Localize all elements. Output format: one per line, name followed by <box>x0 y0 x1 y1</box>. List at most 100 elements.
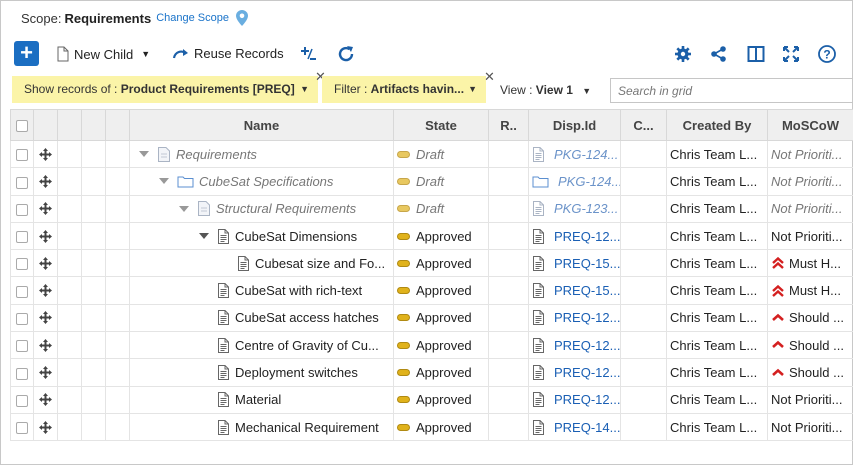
move-handle-icon[interactable] <box>39 229 52 243</box>
row-checkbox[interactable] <box>10 276 34 305</box>
move-handle-icon[interactable] <box>39 256 52 270</box>
plus-minus-icon[interactable] <box>298 44 318 64</box>
expand-toggle-icon[interactable] <box>139 151 149 158</box>
disp-id-cell[interactable]: PREQ-14... <box>528 412 621 442</box>
column-header-name[interactable]: Name <box>129 109 394 141</box>
row-checkbox[interactable] <box>10 221 34 251</box>
row-checkbox[interactable] <box>10 412 34 442</box>
filter-chip[interactable]: Filter : Artifacts havin... ▼ <box>322 76 486 103</box>
view-selector[interactable]: View : View 1 ▼ <box>500 83 591 97</box>
row-drag-handle[interactable] <box>33 385 58 414</box>
add-button[interactable]: + <box>14 41 39 66</box>
row-drag-handle[interactable] <box>33 358 58 387</box>
disp-id-cell[interactable]: PREQ-15... <box>528 249 621 278</box>
expand-icon[interactable] <box>781 44 801 64</box>
move-handle-icon[interactable] <box>39 284 52 298</box>
name-cell[interactable]: Cubesat size and Fo... <box>129 249 394 278</box>
moscow-cell[interactable]: Must H... <box>767 249 853 278</box>
disp-id-cell[interactable]: PKG-123... <box>528 194 621 223</box>
move-handle-icon[interactable] <box>39 311 52 325</box>
row-disp-id-link[interactable]: PKG-124... <box>554 147 618 162</box>
moscow-cell[interactable]: Should ... <box>767 303 853 333</box>
moscow-cell[interactable]: Must H... <box>767 276 853 305</box>
table-row[interactable]: Cubesat size and Fo... Approved PREQ-15...… <box>10 249 853 278</box>
state-cell[interactable]: Approved <box>393 303 489 333</box>
row-drag-handle[interactable] <box>33 276 58 305</box>
row-checkbox[interactable] <box>10 249 34 278</box>
help-icon[interactable]: ? <box>817 44 837 64</box>
table-row[interactable]: Material Approved PREQ-12... Chris Team L..… <box>10 385 853 414</box>
state-cell[interactable]: Approved <box>393 221 489 251</box>
name-cell[interactable]: Structural Requirements <box>129 194 394 223</box>
row-disp-id-link[interactable]: PKG-123... <box>554 201 618 216</box>
name-cell[interactable]: Centre of Gravity of Cu... <box>129 331 394 360</box>
column-header-disp-id[interactable]: Disp.Id <box>528 109 621 141</box>
table-row[interactable]: CubeSat Dimensions Approved PREQ-12... Chri… <box>10 221 853 251</box>
row-checkbox[interactable] <box>10 358 34 387</box>
row-disp-id-link[interactable]: PREQ-12... <box>554 229 620 244</box>
expand-toggle-icon[interactable] <box>199 233 209 240</box>
search-input[interactable]: Search in grid <box>610 78 853 103</box>
row-checkbox[interactable] <box>10 194 34 223</box>
row-checkbox[interactable] <box>10 167 34 196</box>
expand-toggle-icon[interactable] <box>159 178 169 185</box>
state-cell[interactable]: Draft <box>393 167 489 196</box>
row-disp-id-link[interactable]: PREQ-12... <box>554 338 620 353</box>
row-drag-handle[interactable] <box>33 249 58 278</box>
row-disp-id-link[interactable]: PREQ-14... <box>554 420 620 435</box>
move-handle-icon[interactable] <box>39 147 52 161</box>
table-row[interactable]: Centre of Gravity of Cu... Approved PREQ-1… <box>10 331 853 360</box>
row-disp-id-link[interactable]: PREQ-15... <box>554 256 620 271</box>
move-handle-icon[interactable] <box>39 338 52 352</box>
column-header-c[interactable]: C... <box>620 109 667 141</box>
name-cell[interactable]: Deployment switches <box>129 358 394 387</box>
disp-id-cell[interactable]: PKG-124... <box>528 139 621 169</box>
expand-toggle-icon[interactable] <box>179 205 189 212</box>
moscow-cell[interactable]: Should ... <box>767 331 853 360</box>
disp-id-cell[interactable]: PREQ-12... <box>528 303 621 333</box>
select-all-checkbox[interactable] <box>10 109 34 141</box>
row-disp-id-link[interactable]: PREQ-12... <box>554 310 620 325</box>
move-handle-icon[interactable] <box>39 202 52 216</box>
state-cell[interactable]: Approved <box>393 249 489 278</box>
disp-id-cell[interactable]: PREQ-12... <box>528 221 621 251</box>
table-row[interactable]: Deployment switches Approved PREQ-12... Chr… <box>10 358 853 387</box>
moscow-cell[interactable]: Not Prioriti... <box>767 167 853 196</box>
state-cell[interactable]: Approved <box>393 385 489 414</box>
moscow-cell[interactable]: Not Prioriti... <box>767 412 853 442</box>
row-disp-id-link[interactable]: PREQ-15... <box>554 283 620 298</box>
location-pin-icon[interactable] <box>235 10 248 26</box>
moscow-cell[interactable]: Not Prioriti... <box>767 221 853 251</box>
table-row[interactable]: Requirements Draft PKG-124... Chris Team L.… <box>10 139 853 169</box>
show-records-chip[interactable]: Show records of : Product Requirements [… <box>12 76 318 103</box>
disp-id-cell[interactable]: PKG-124... <box>528 167 621 196</box>
table-row[interactable]: Structural Requirements Draft PKG-123... Ch… <box>10 194 853 223</box>
name-cell[interactable]: CubeSat Dimensions <box>129 221 394 251</box>
change-scope-link[interactable]: Change Scope <box>156 12 229 24</box>
move-handle-icon[interactable] <box>39 366 52 380</box>
row-checkbox[interactable] <box>10 303 34 333</box>
row-checkbox[interactable] <box>10 139 34 169</box>
moscow-cell[interactable]: Not Prioriti... <box>767 194 853 223</box>
column-header-moscow[interactable]: MoSCoW <box>767 109 853 141</box>
state-cell[interactable]: Approved <box>393 412 489 442</box>
table-row[interactable]: Mechanical Requirement Approved PREQ-14...… <box>10 412 853 442</box>
row-drag-handle[interactable] <box>33 412 58 442</box>
row-drag-handle[interactable] <box>33 194 58 223</box>
disp-id-cell[interactable]: PREQ-12... <box>528 358 621 387</box>
row-drag-handle[interactable] <box>33 331 58 360</box>
row-drag-handle[interactable] <box>33 221 58 251</box>
state-cell[interactable]: Approved <box>393 276 489 305</box>
row-disp-id-link[interactable]: PREQ-12... <box>554 392 620 407</box>
split-panel-icon[interactable] <box>746 44 766 64</box>
row-drag-handle[interactable] <box>33 303 58 333</box>
moscow-cell[interactable]: Not Prioriti... <box>767 385 853 414</box>
move-handle-icon[interactable] <box>39 393 52 407</box>
name-cell[interactable]: CubeSat with rich-text <box>129 276 394 305</box>
state-cell[interactable]: Approved <box>393 331 489 360</box>
state-cell[interactable]: Draft <box>393 194 489 223</box>
name-cell[interactable]: Material <box>129 385 394 414</box>
move-handle-icon[interactable] <box>39 420 52 434</box>
disp-id-cell[interactable]: PREQ-12... <box>528 385 621 414</box>
name-cell[interactable]: CubeSat access hatches <box>129 303 394 333</box>
